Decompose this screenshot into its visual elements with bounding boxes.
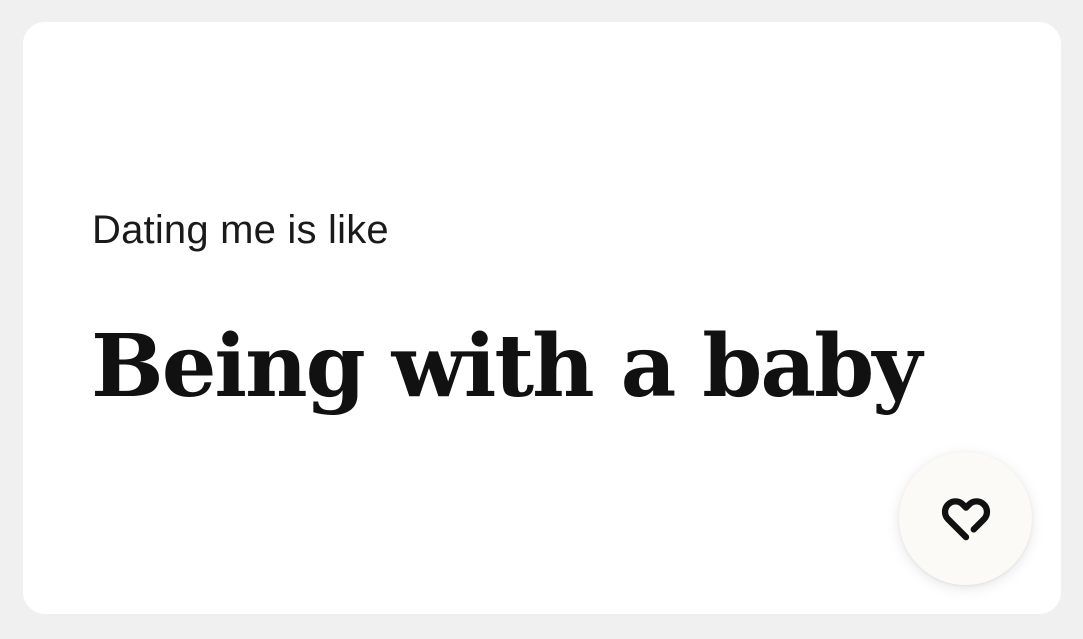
- heart-icon: [937, 490, 995, 548]
- like-button[interactable]: [899, 452, 1032, 585]
- prompt-question: Dating me is like: [92, 208, 389, 252]
- prompt-card: Dating me is like Being with a baby: [23, 22, 1061, 614]
- prompt-answer: Being with a baby: [91, 316, 922, 417]
